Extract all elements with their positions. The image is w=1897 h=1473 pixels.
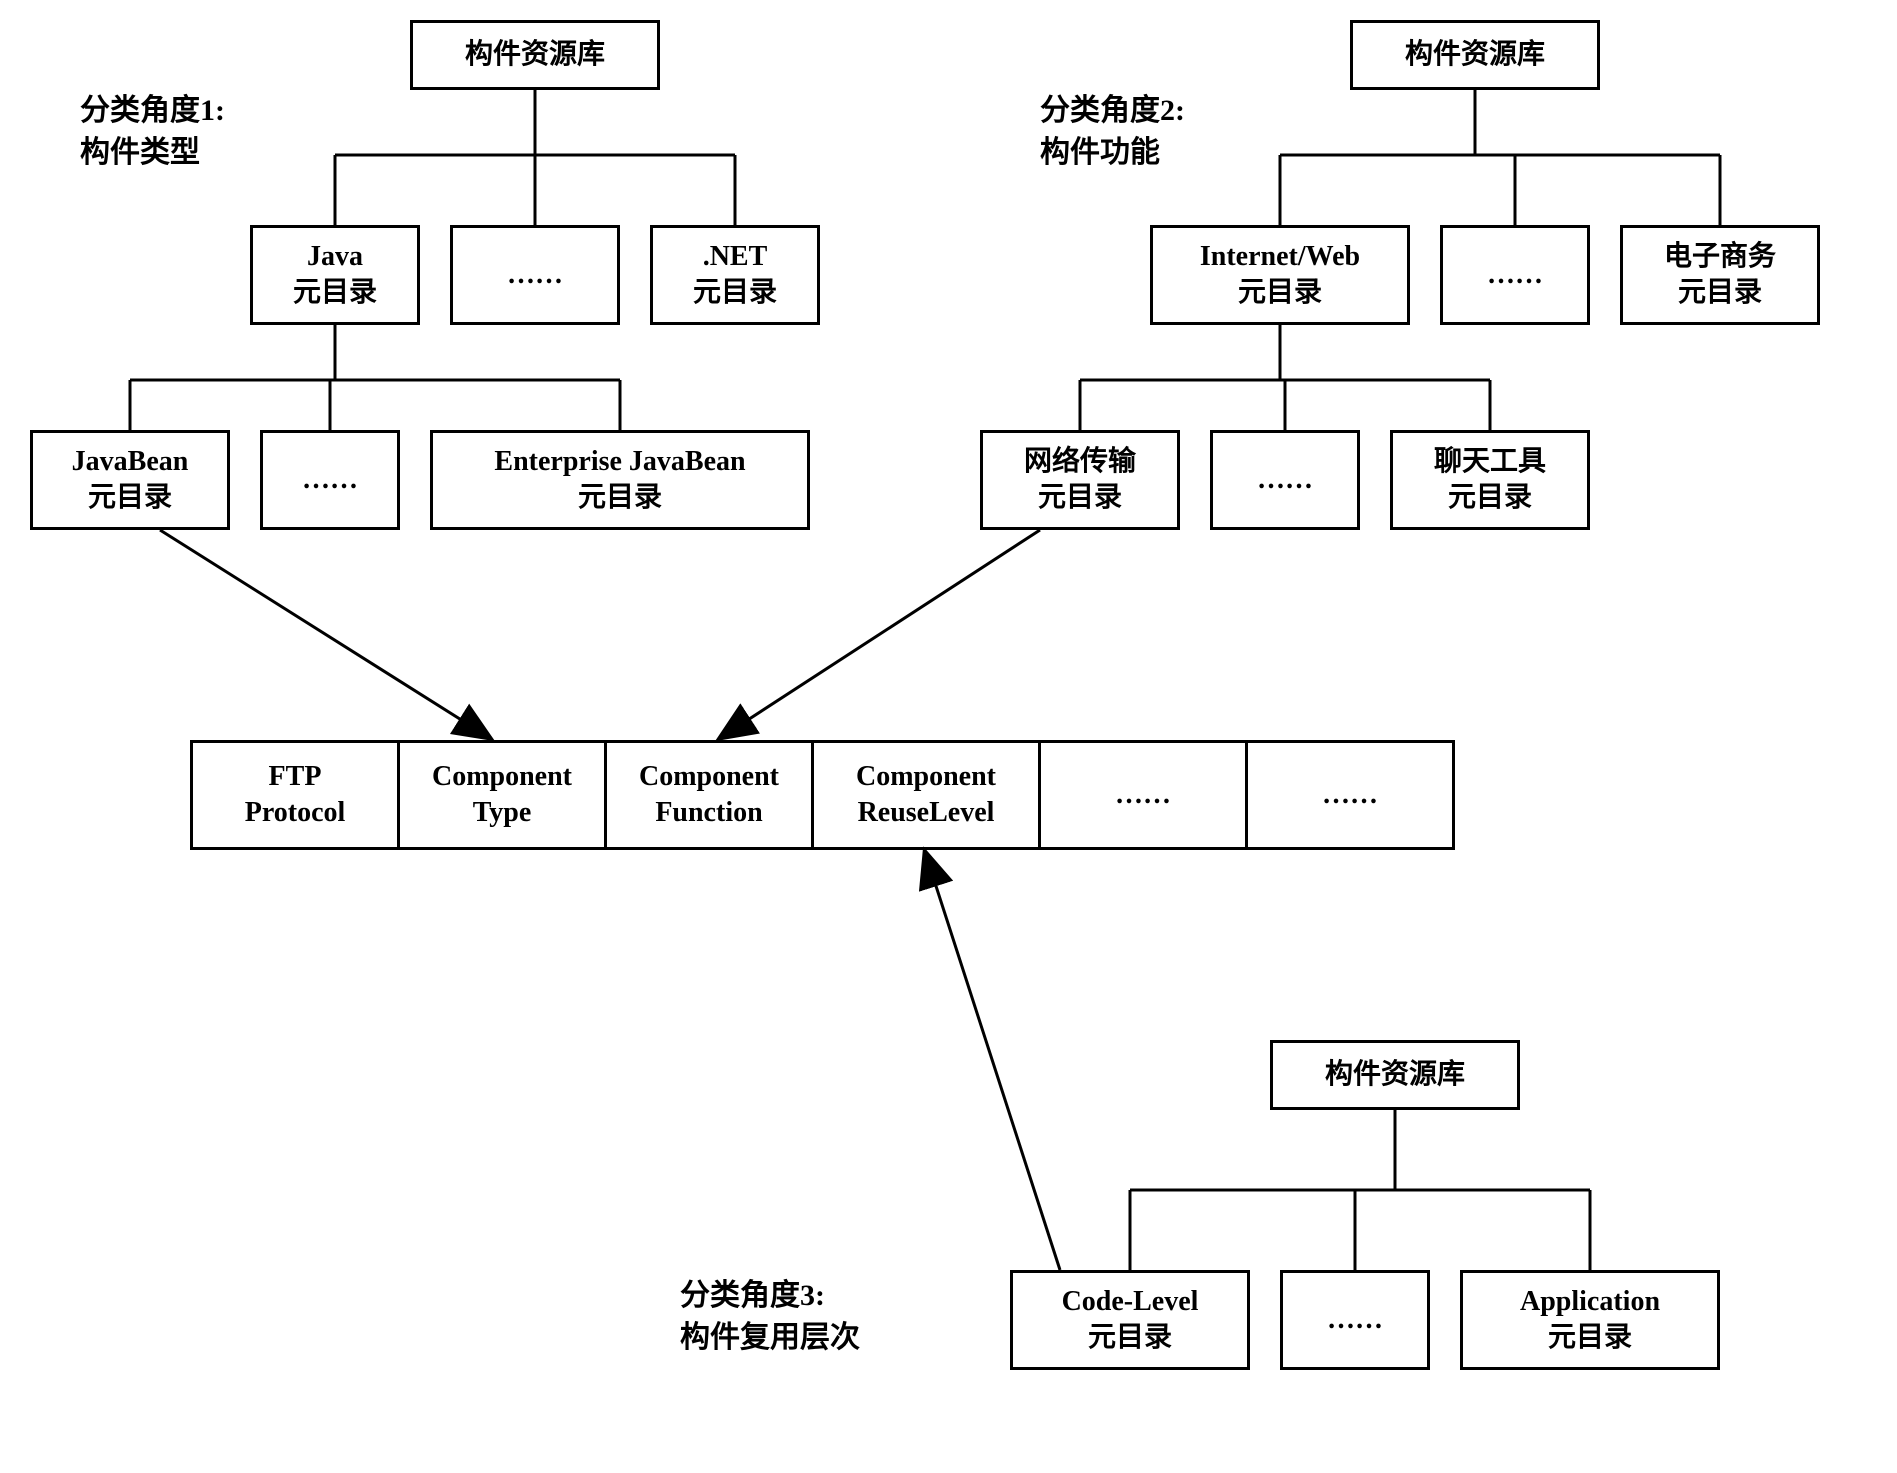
internet-box: Internet/Web 元目录: [1150, 225, 1410, 325]
java-box: Java 元目录: [250, 225, 420, 325]
bottom-dots-box: ……: [1280, 1270, 1430, 1370]
network-box: 网络传输 元目录: [980, 430, 1180, 530]
right-l1-dots-box: ……: [1440, 225, 1590, 325]
ejb-box: Enterprise JavaBean 元目录: [430, 430, 810, 530]
ecommerce-box: 电子商务 元目录: [1620, 225, 1820, 325]
root-right-box: 构件资源库: [1350, 20, 1600, 90]
root-left-box: 构件资源库: [410, 20, 660, 90]
left-l2-dots-box: ……: [260, 430, 400, 530]
codelevel-box: Code-Level 元目录: [1010, 1270, 1250, 1370]
component-reuselevel-cell: Component ReuseLevel: [811, 740, 1041, 850]
root-bottom-box: 构件资源库: [1270, 1040, 1520, 1110]
ftp-cell: FTP Protocol: [190, 740, 400, 850]
connector-lines: [0, 0, 1897, 1473]
right-l2-dots-box: ……: [1210, 430, 1360, 530]
perspective-1-label: 分类角度1: 构件类型: [80, 90, 225, 174]
application-box: Application 元目录: [1460, 1270, 1720, 1370]
chat-box: 聊天工具 元目录: [1390, 430, 1590, 530]
net-box: .NET 元目录: [650, 225, 820, 325]
perspective-3-label: 分类角度3: 构件复用层次: [680, 1275, 860, 1359]
row-dots2-cell: ……: [1245, 740, 1455, 850]
component-type-cell: Component Type: [397, 740, 607, 850]
row-dots1-cell: ……: [1038, 740, 1248, 850]
left-l1-dots-box: ……: [450, 225, 620, 325]
perspective-2-label: 分类角度2: 构件功能: [1040, 90, 1185, 174]
javabean-box: JavaBean 元目录: [30, 430, 230, 530]
component-function-cell: Component Function: [604, 740, 814, 850]
